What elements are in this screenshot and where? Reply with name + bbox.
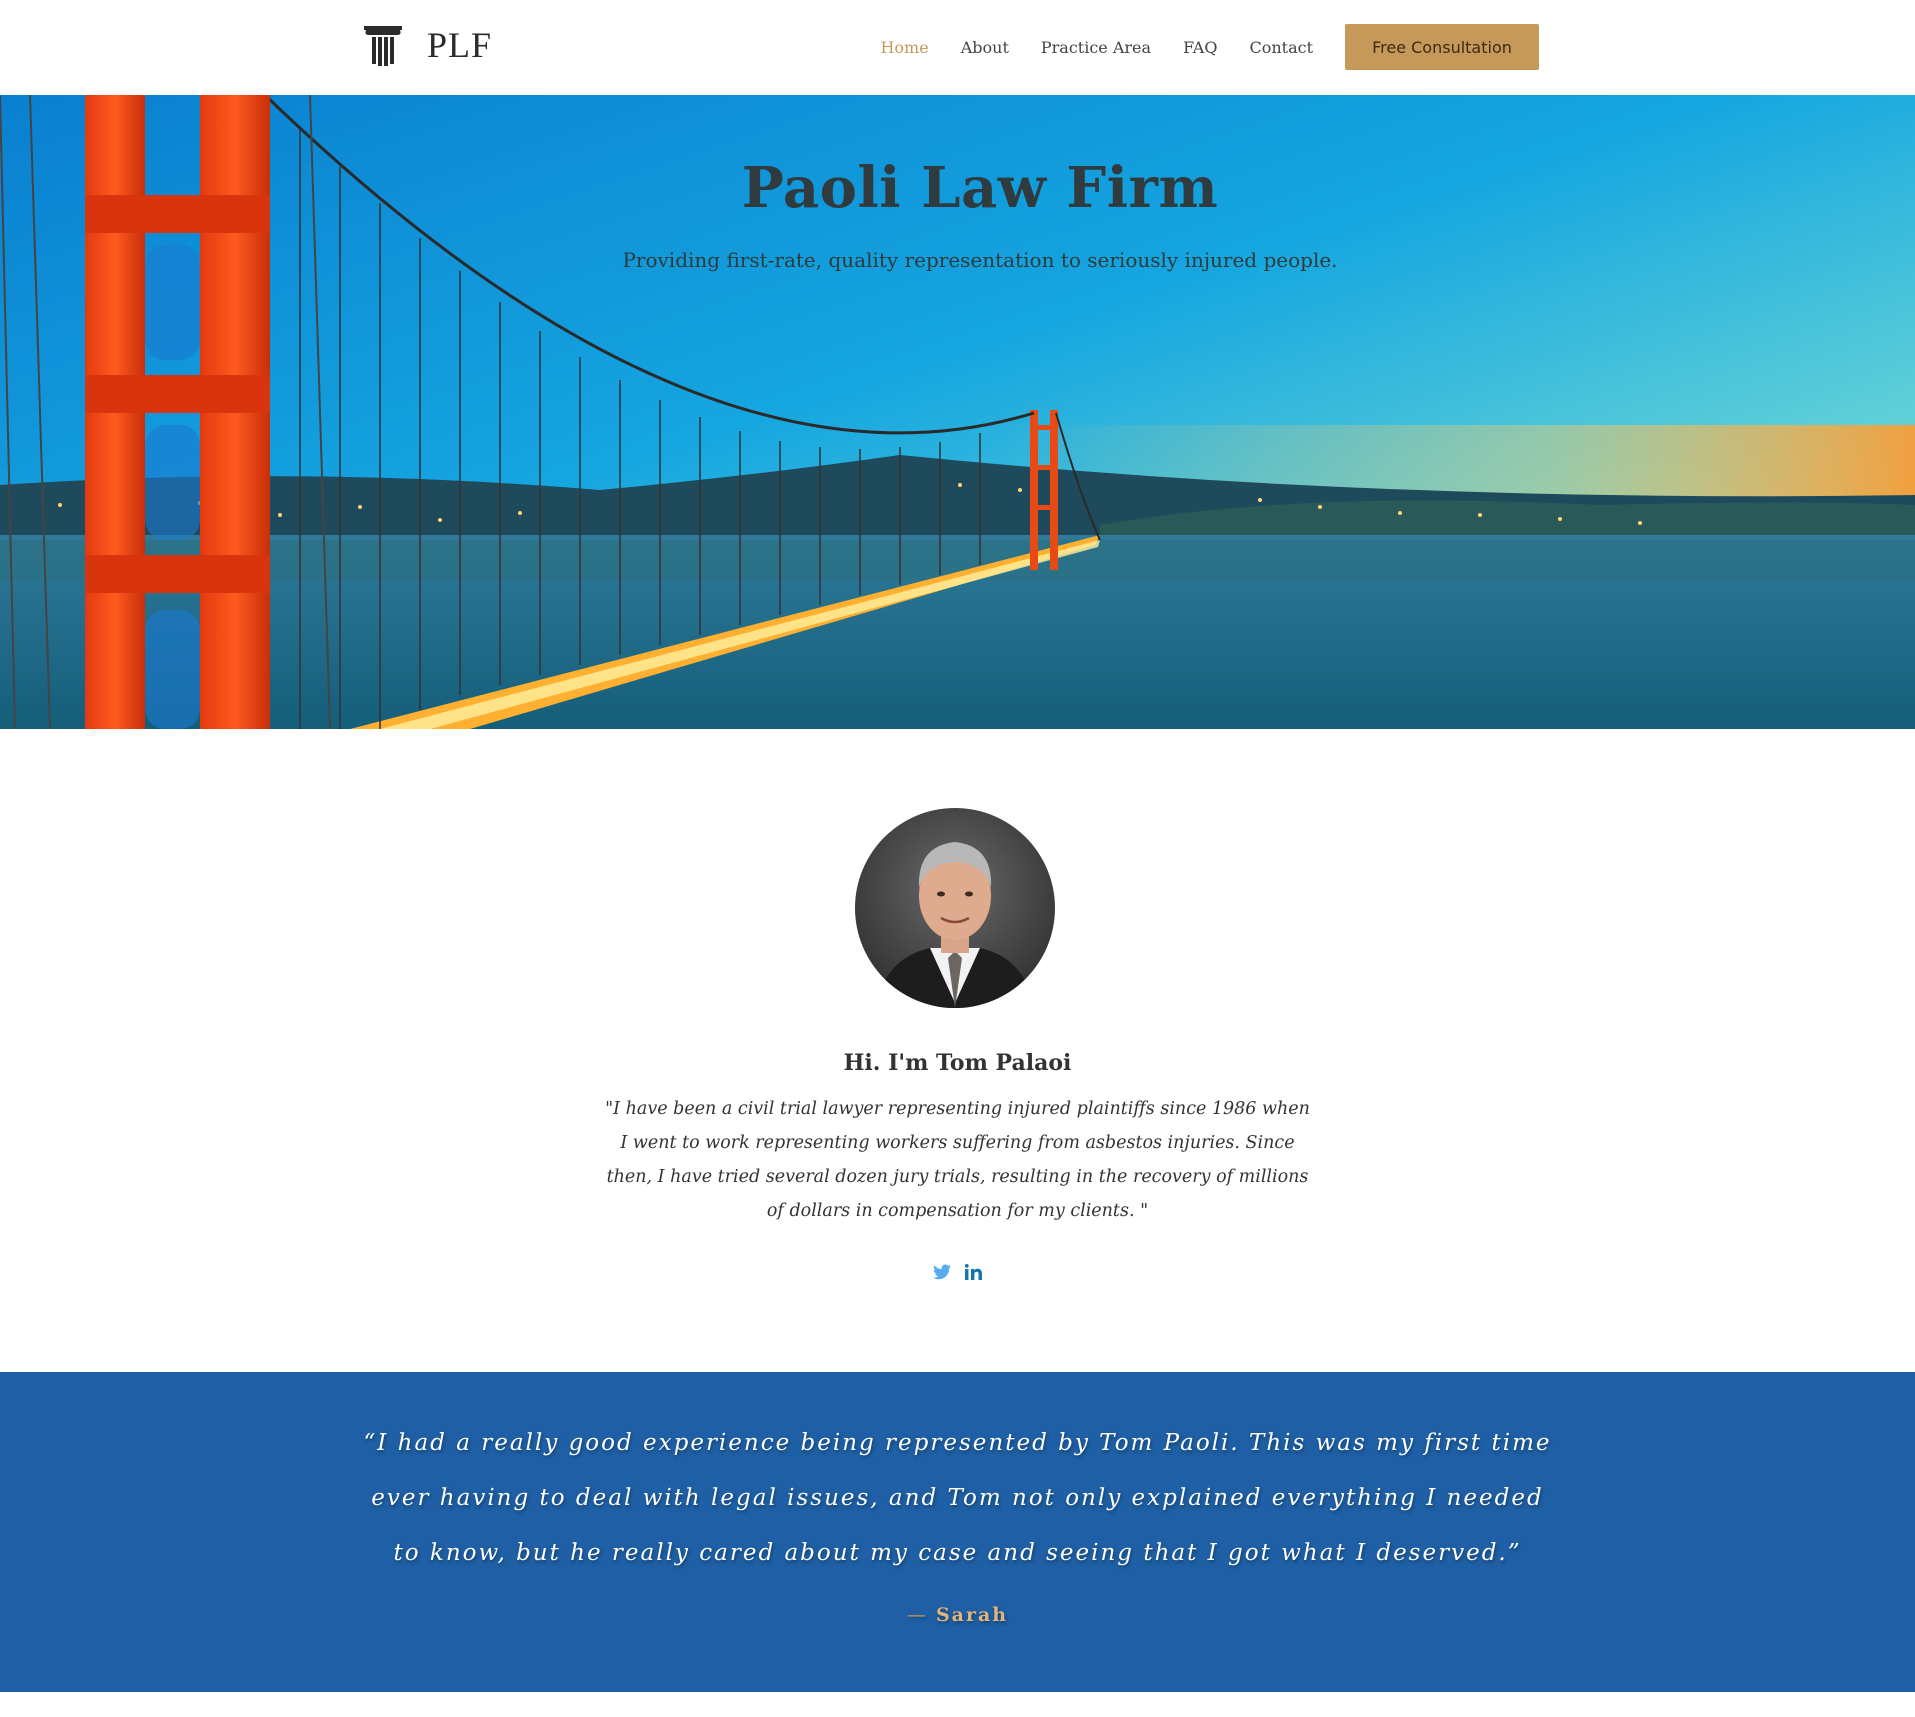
linkedin-icon[interactable] — [964, 1262, 984, 1282]
testimonial-author: — Sarah — [0, 1604, 1915, 1626]
author-dash: — — [906, 1604, 928, 1626]
logo[interactable]: PLF — [363, 24, 492, 66]
nav-practice-area[interactable]: Practice Area — [1041, 38, 1151, 57]
nav-contact[interactable]: Contact — [1249, 38, 1313, 57]
about-heading: Hi. I'm Tom Palaoi — [843, 1050, 1072, 1076]
testimonial-section: “I had a really good experience being re… — [0, 1372, 1915, 1692]
social-links — [0, 1262, 1915, 1282]
pillar-icon — [364, 26, 402, 66]
nav-about[interactable]: About — [961, 38, 1009, 57]
nav-faq[interactable]: FAQ — [1183, 38, 1217, 57]
main-nav: Home About Practice Area FAQ Contact Fre… — [880, 24, 1539, 70]
attorney-portrait — [855, 808, 1055, 1008]
hero-subtitle: Providing first-rate, quality representa… — [622, 248, 1338, 272]
free-consultation-button[interactable]: Free Consultation — [1345, 24, 1539, 70]
site-header: PLF Home About Practice Area FAQ Contact… — [0, 0, 1915, 95]
twitter-icon[interactable] — [932, 1262, 952, 1282]
about-quote: "I have been a civil trial lawyer repres… — [605, 1099, 1310, 1221]
author-name: Sarah — [935, 1604, 1009, 1626]
hero-title: Paoli Law Firm — [741, 155, 1219, 221]
nav-home[interactable]: Home — [880, 38, 928, 57]
logo-text: PLF — [427, 25, 493, 65]
testimonial-quote: “I had a really good experience being re… — [363, 1430, 1552, 1566]
hero-banner: Paoli Law Firm Providing first-rate, qua… — [0, 95, 1915, 729]
attorney-photo — [855, 808, 1055, 1008]
